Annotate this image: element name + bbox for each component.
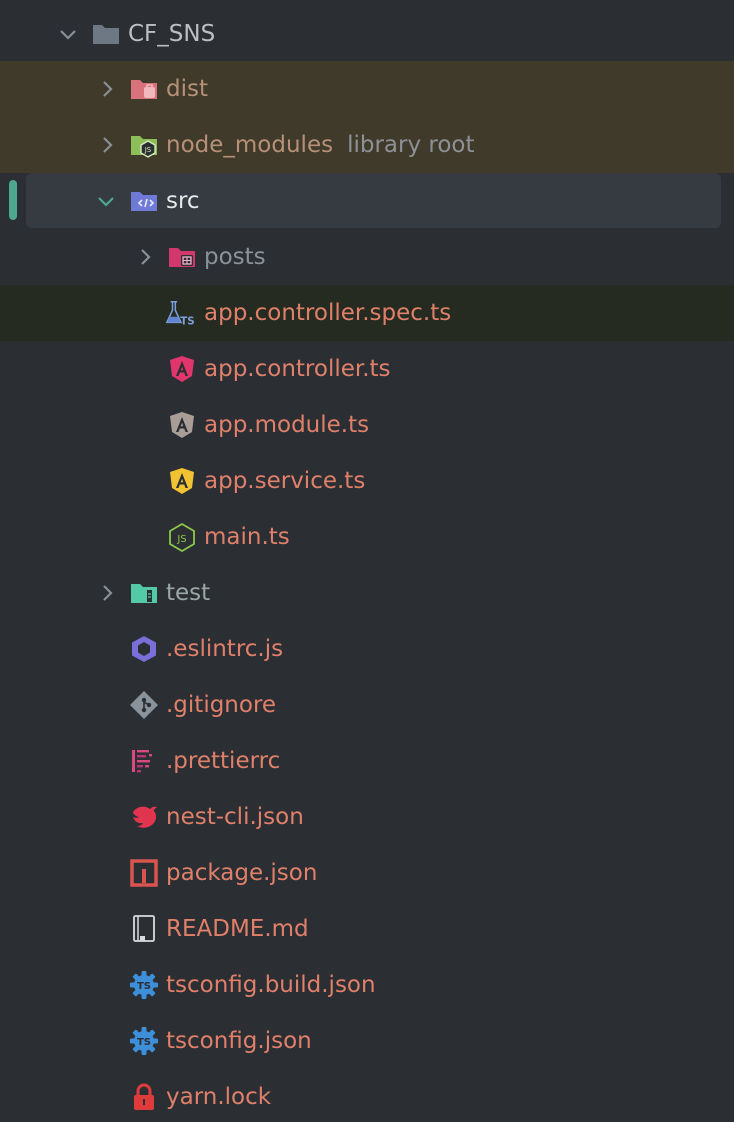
tree-item-prettierrc[interactable]: .prettierrc bbox=[0, 733, 734, 789]
tree-item-label: dist bbox=[166, 76, 208, 102]
project-tree: CF_SNS dist JS node_modules library root … bbox=[0, 0, 734, 1122]
test-folder-icon bbox=[131, 584, 157, 603]
tree-item-eslintrc[interactable]: .eslintrc.js bbox=[0, 621, 734, 677]
tree-item-cf-sns[interactable]: CF_SNS bbox=[0, 6, 734, 62]
tree-item-label: package.json bbox=[166, 860, 318, 886]
tsconfig-gear-icon: TS bbox=[130, 1027, 158, 1055]
tree-item-label: yarn.lock bbox=[166, 1084, 272, 1110]
tree-item-test[interactable]: test bbox=[0, 565, 734, 621]
test-flask-ts-icon: TS bbox=[165, 301, 195, 327]
tree-item-readme[interactable]: README.md bbox=[0, 901, 734, 957]
npm-icon bbox=[130, 859, 158, 887]
dist-folder-icon bbox=[131, 80, 157, 99]
svg-text:JS: JS bbox=[176, 534, 186, 545]
posts-folder-icon bbox=[169, 248, 195, 267]
chevron-right-icon[interactable] bbox=[97, 135, 117, 155]
tree-item-label: app.service.ts bbox=[204, 468, 366, 494]
source-folder-icon bbox=[131, 192, 157, 211]
tree-item-label: app.controller.ts bbox=[204, 356, 391, 382]
tree-item-tsconfig-build[interactable]: TS tsconfig.build.json bbox=[0, 957, 734, 1013]
angular-service-icon bbox=[170, 468, 194, 494]
folder-icon bbox=[93, 25, 119, 44]
lock-icon bbox=[134, 1083, 154, 1110]
tree-item-gitignore[interactable]: .gitignore bbox=[0, 677, 734, 733]
svg-text:TS: TS bbox=[180, 315, 194, 327]
tree-item-app-controller[interactable]: app.controller.ts bbox=[0, 341, 734, 397]
tree-item-label: .eslintrc.js bbox=[166, 636, 284, 662]
tree-item-tsconfig[interactable]: TS tsconfig.json bbox=[0, 1013, 734, 1069]
tree-item-app-service[interactable]: app.service.ts bbox=[0, 453, 734, 509]
tree-item-label: src bbox=[166, 188, 200, 214]
chevron-right-icon[interactable] bbox=[97, 583, 117, 603]
prettier-icon bbox=[132, 750, 152, 773]
tree-item-label: .prettierrc bbox=[166, 748, 281, 774]
svg-text:JS: JS bbox=[144, 146, 152, 154]
angular-controller-icon bbox=[170, 356, 194, 382]
tsconfig-gear-icon: TS bbox=[130, 971, 158, 999]
chevron-down-icon[interactable] bbox=[58, 24, 78, 44]
tree-item-posts[interactable]: posts bbox=[0, 229, 734, 285]
tree-item-label: test bbox=[166, 580, 211, 606]
tree-item-dist[interactable]: dist bbox=[0, 61, 734, 117]
tree-item-src[interactable]: src bbox=[0, 173, 734, 229]
tree-item-label: app.controller.spec.ts bbox=[204, 300, 452, 326]
nodejs-icon: JS bbox=[169, 522, 195, 552]
tree-item-node-modules[interactable]: JS node_modules library root bbox=[0, 117, 734, 173]
tree-item-label: node_modules bbox=[166, 132, 334, 158]
tree-item-label: CF_SNS bbox=[128, 21, 216, 47]
svg-text:TS: TS bbox=[137, 981, 151, 992]
tree-item-yarn-lock[interactable]: yarn.lock bbox=[0, 1069, 734, 1122]
tree-item-label: tsconfig.build.json bbox=[166, 972, 376, 998]
nestjs-icon bbox=[133, 806, 157, 828]
tree-item-label: .gitignore bbox=[166, 692, 277, 718]
tree-item-label: main.ts bbox=[204, 524, 290, 550]
tree-item-app-controller-spec[interactable]: TS app.controller.spec.ts bbox=[0, 285, 734, 341]
tree-item-label: posts bbox=[204, 244, 266, 270]
tree-item-package-json[interactable]: package.json bbox=[0, 845, 734, 901]
tree-item-app-module[interactable]: app.module.ts bbox=[0, 397, 734, 453]
tree-item-label: app.module.ts bbox=[204, 412, 370, 438]
selection-marker bbox=[9, 180, 17, 220]
chevron-right-icon[interactable] bbox=[135, 247, 155, 267]
tree-item-label: tsconfig.json bbox=[166, 1028, 312, 1054]
tree-item-label: README.md bbox=[166, 916, 309, 942]
tree-item-label: nest-cli.json bbox=[166, 804, 304, 830]
git-icon bbox=[130, 691, 158, 719]
node-modules-folder-icon: JS bbox=[131, 136, 157, 158]
eslint-icon bbox=[132, 636, 156, 662]
library-root-hint: library root bbox=[347, 132, 475, 158]
svg-text:TS: TS bbox=[137, 1037, 151, 1048]
readme-book-icon bbox=[133, 915, 155, 942]
chevron-down-icon[interactable] bbox=[96, 191, 116, 211]
chevron-right-icon[interactable] bbox=[97, 79, 117, 99]
tree-item-nest-cli[interactable]: nest-cli.json bbox=[0, 789, 734, 845]
tree-item-main[interactable]: JS main.ts bbox=[0, 509, 734, 565]
angular-module-icon bbox=[170, 412, 194, 438]
